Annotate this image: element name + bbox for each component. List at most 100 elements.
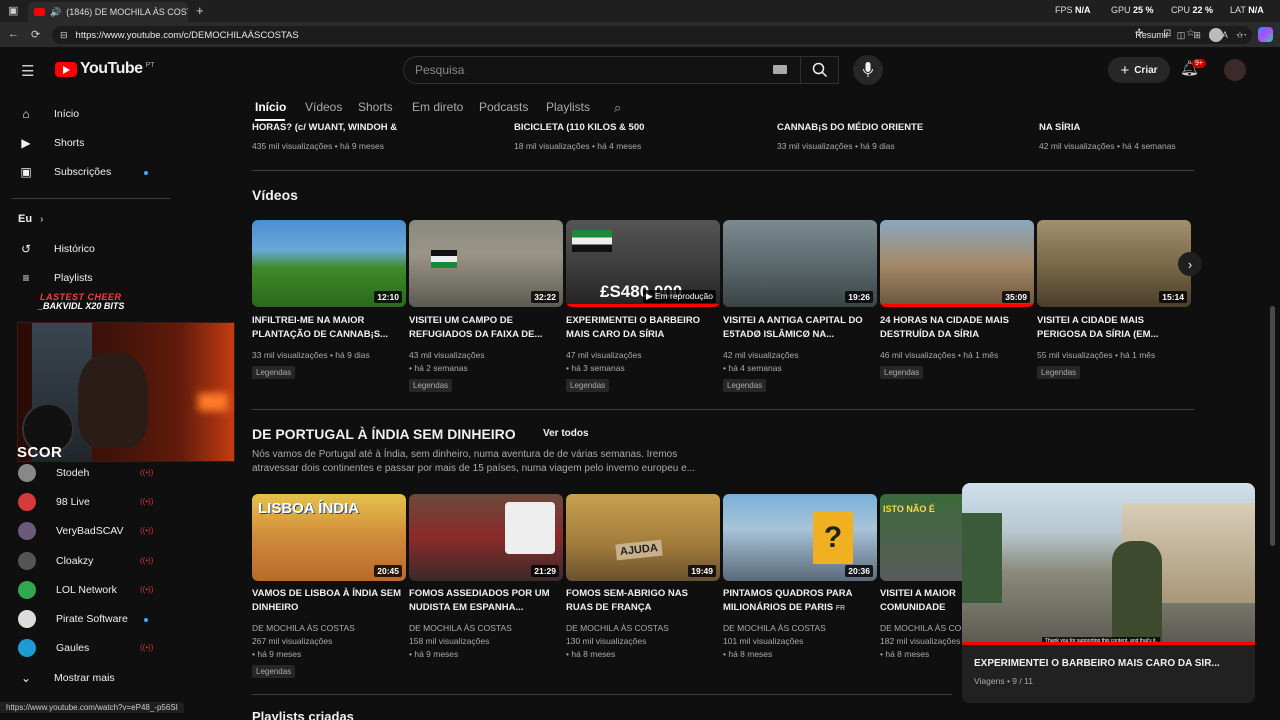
search-button[interactable]	[800, 56, 839, 84]
video-title[interactable]: VISITEI A ANTIGA CAPITAL DO E5TADØ ISLÂM…	[723, 314, 873, 342]
video-thumbnail[interactable]: 32:22	[409, 220, 563, 307]
video-title[interactable]: NA SÍRIA	[1039, 121, 1189, 133]
video-title[interactable]: VISITEI UM CAMPO DE REFUGIADOS DA FAIXA …	[409, 314, 559, 342]
sidebar-sub-gaules[interactable]: Gaules	[18, 638, 89, 658]
channel-search-icon[interactable]: ⌕	[614, 100, 621, 116]
video-thumbnail[interactable]: 21:29	[409, 494, 563, 581]
sidebar-sub-cloakzy[interactable]: Cloakzy	[18, 551, 93, 571]
hamburger-menu-icon[interactable]: ☰	[21, 62, 34, 80]
sidebar-sub-98live[interactable]: 98 Live	[18, 492, 90, 512]
profile-icon[interactable]	[1209, 28, 1223, 42]
sidebar-item-playlists[interactable]: ≡ Playlists	[18, 268, 92, 288]
channel-name[interactable]: DE MOCHILA ÀS COSTAS	[566, 623, 669, 633]
channel-name[interactable]: DE MOCHILA ÀS COSTAS	[880, 623, 962, 633]
video-title[interactable]: FOMOS ASSEDIADOS POR UM NUDISTA EM ESPAN…	[409, 587, 559, 615]
sidebar-sub-verybadscav[interactable]: VeryBadSCAV	[18, 521, 124, 541]
video-title[interactable]: VISITEI A CIDADE MAIS PERIGOSA DA SÍRIA …	[1037, 314, 1187, 342]
sidebar-item-home[interactable]: ⌂ Início	[18, 104, 79, 124]
sidebar-sub-stodeh[interactable]: Stodeh	[18, 463, 89, 483]
video-thumbnail[interactable]: ? 20:36	[723, 494, 877, 581]
copilot-icon[interactable]	[1258, 27, 1273, 42]
flag-shape	[572, 230, 612, 252]
site-info-icon[interactable]: ⊟	[60, 30, 68, 41]
channel-avatar	[18, 552, 36, 570]
create-button[interactable]: + Criar	[1108, 57, 1170, 83]
video-title[interactable]: EXPERIMENTEI O BARBEIRO MAIS CARO DA SÍR…	[566, 314, 716, 342]
miniplayer-title[interactable]: EXPERIMENTEI O BARBEIRO MAIS CARO DA SÍR…	[974, 658, 1244, 669]
miniplayer-video[interactable]: Thank you for supporting this content, a…	[962, 483, 1255, 645]
favorites-icon[interactable]: ☆	[1186, 28, 1195, 39]
channel-name[interactable]: DE MOCHILA ÀS COSTAS	[409, 623, 512, 633]
reader-icon[interactable]: ◫	[1177, 30, 1186, 41]
browser-tab[interactable]: 🔊 (1846) DE MOCHILA ÀS COSTAS ✕	[28, 2, 188, 22]
next-section-title[interactable]: Playlists criadas	[252, 709, 354, 720]
extensions-icon[interactable]: ✣	[1135, 28, 1143, 39]
video-thumbnail[interactable]: AJUDA 19:49	[566, 494, 720, 581]
video-title[interactable]: VAMOS DE LISBOA À ÍNDIA SEM DINHEIRO	[252, 587, 402, 615]
video-title[interactable]: FOMOS SEM-ABRIGO NAS RUAS DE FRANÇA	[566, 587, 716, 615]
sidebar-show-more[interactable]: ⌄ Mostrar mais	[18, 668, 115, 688]
channel-name[interactable]: DE MOCHILA ÀS COSTAS	[252, 623, 355, 633]
channel-avatar	[18, 493, 36, 511]
video-thumbnail[interactable]: 15:14	[1037, 220, 1191, 307]
sidebar-item-label: LOL Network	[56, 584, 117, 596]
tab-videos[interactable]: Vídeos	[305, 100, 342, 114]
browser-tab-bar: ▣ 🔊 (1846) DE MOCHILA ÀS COSTAS ✕ + FPS …	[0, 0, 1280, 22]
watch-progress-bar	[880, 304, 1034, 307]
video-thumbnail[interactable]: 19:26	[723, 220, 877, 307]
back-icon[interactable]: ←	[8, 28, 19, 40]
youtube-logo[interactable]: YouTube PT	[55, 60, 155, 78]
sidebar-sub-lolnetwork[interactable]: LOL Network	[18, 580, 117, 600]
sidebar-you-header[interactable]: Eu ›	[18, 209, 43, 229]
reload-icon[interactable]: ⟳	[31, 28, 40, 41]
url-text[interactable]: https://www.youtube.com/c/DEMOCHILAÀSCOS…	[76, 30, 299, 41]
page-scrollbar[interactable]	[1270, 306, 1275, 546]
video-title[interactable]: HORAS? (c/ WUANT, WINDOH & ANDAMENTE	[252, 121, 402, 133]
thumbnail-text: LISBOA ÍNDIA	[258, 500, 360, 517]
video-title[interactable]: BICICLETA (110 KILOS & 500 KMS)	[514, 121, 664, 133]
sidebar-item-history[interactable]: ↺ Histórico	[18, 239, 95, 259]
video-title[interactable]: 24 HORAS NA CIDADE MAIS DESTRUÍDA DA SÍR…	[880, 314, 1030, 342]
tab-home[interactable]: Início	[255, 100, 286, 114]
sidebar-sub-piratesoftware[interactable]: Pirate Software	[18, 609, 128, 629]
video-title[interactable]: VISITEI A MAIOR COMUNIDADE PO...	[880, 587, 962, 615]
miniplayer[interactable]: Thank you for supporting this content, a…	[962, 483, 1255, 703]
live-icon: ((•))	[140, 643, 154, 652]
video-thumbnail[interactable]: ISTO NÃO É	[880, 494, 962, 581]
see-all-link[interactable]: Ver todos	[543, 428, 589, 439]
section-title-videos[interactable]: Vídeos	[252, 187, 298, 203]
speaker-icon[interactable]: 🔊	[50, 7, 61, 18]
tab-shorts[interactable]: Shorts	[358, 100, 393, 114]
cpu-label: CPU	[1171, 5, 1191, 15]
window-menu-icon[interactable]: ▣	[8, 4, 18, 17]
video-meta: 42 mil visualizações	[723, 350, 799, 360]
more-options-icon[interactable]: ⋯	[1236, 28, 1247, 41]
video-title[interactable]: INFILTREI-ME NA MAIOR PLANTAÇÃO DE CANNA…	[252, 314, 402, 342]
tab-live[interactable]: Em direto	[412, 100, 463, 114]
keyboard-icon[interactable]	[773, 65, 787, 74]
video-title[interactable]: PINTAMOS QUADROS PARA MILIONÁRIOS DE PAR…	[723, 587, 873, 615]
video-thumbnail[interactable]: 35:09	[880, 220, 1034, 307]
tab-playlists[interactable]: Playlists	[546, 100, 590, 114]
miniplayer-playlist-name[interactable]: Viagens	[974, 676, 1005, 686]
carousel-next-button[interactable]: ›	[1178, 252, 1202, 276]
tab-podcasts[interactable]: Podcasts	[479, 100, 528, 114]
channel-name[interactable]: DE MOCHILA ÀS COSTAS	[723, 623, 826, 633]
new-tab-icon[interactable]: +	[196, 3, 204, 18]
voice-search-button[interactable]	[853, 55, 883, 85]
split-screen-icon[interactable]: ⊡	[1163, 28, 1171, 39]
search-icon	[812, 62, 828, 78]
video-thumbnail[interactable]: 12:10	[252, 220, 406, 307]
section-title-playlist[interactable]: DE PORTUGAL À ÍNDIA SEM DINHEIRO	[252, 426, 516, 442]
video-thumbnail[interactable]: LISBOA ÍNDIA 20:45	[252, 494, 406, 581]
video-age: • há 2 semanas	[409, 363, 468, 373]
sidebar-item-shorts[interactable]: ▶ Shorts	[18, 133, 84, 153]
video-thumbnail-now-playing[interactable]: £S480.000 ▶ Em reprodução	[566, 220, 720, 307]
url-bar[interactable]: ⊟ https://www.youtube.com/c/DEMOCHILAÀSC…	[52, 26, 1252, 44]
playback-progress-bar[interactable]	[962, 642, 1255, 645]
video-title[interactable]: CANNAB¡S DO MÉDIO ORIENTE	[777, 121, 927, 133]
question-mark-icon: ?	[813, 512, 853, 564]
account-avatar[interactable]	[1224, 59, 1246, 81]
sidebar-item-subscriptions[interactable]: ▣ Subscrições	[18, 162, 111, 182]
video-meta: 42 mil visualizações • há 4 semanas	[1039, 141, 1176, 151]
